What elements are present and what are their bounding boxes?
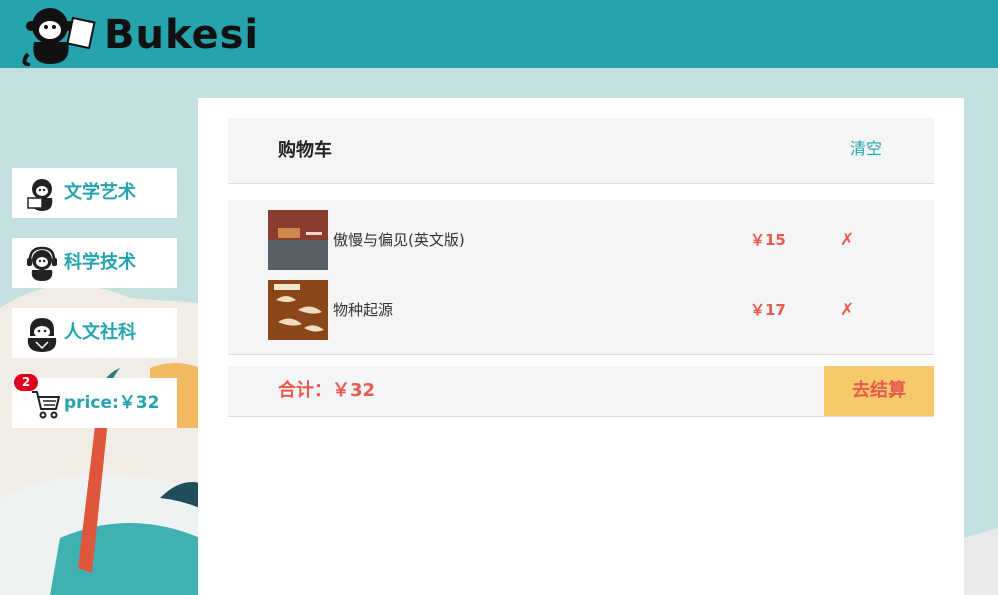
cart-item: 傲慢与偏见(英文版) ￥15 ✗ — [228, 210, 934, 272]
cart-item-list: 傲慢与偏见(英文版) ￥15 ✗ 物种起源 ￥17 ✗ — [228, 200, 934, 355]
cart-header: 购物车 清空 — [228, 118, 934, 184]
book-cover-image[interactable] — [268, 210, 328, 270]
gorilla-icon — [27, 318, 57, 352]
book-price: ￥15 — [750, 231, 786, 249]
logo-text[interactable]: Bukesi — [104, 10, 259, 60]
sidebar-cart[interactable]: 2 price:￥32 — [12, 374, 177, 428]
monkey-reading-icon — [27, 179, 53, 211]
sidebar-item-label: 人文社科 — [64, 322, 136, 343]
cart-total: 合计：￥32 — [278, 380, 376, 401]
sidebar-item-humanities[interactable]: 人文社科 — [12, 308, 177, 358]
cart-panel: 购物车 清空 傲慢与偏见(英文版) ￥15 ✗ 物种起源 ￥17 ✗ 合计：￥3… — [198, 98, 964, 595]
monkey-headphones-icon — [27, 246, 57, 281]
remove-item-button[interactable]: ✗ — [840, 210, 854, 270]
cart-icon — [32, 391, 60, 419]
page-title: 购物车 — [278, 140, 332, 161]
monkey-reading-icon[interactable] — [20, 4, 98, 66]
book-price: ￥17 — [750, 301, 786, 319]
sidebar-item-science-tech[interactable]: 科学技术 — [12, 238, 177, 288]
book-title[interactable]: 傲慢与偏见(英文版) — [333, 210, 465, 270]
checkout-button[interactable]: 去结算 — [824, 366, 934, 416]
remove-item-button[interactable]: ✗ — [840, 280, 854, 340]
sidebar-item-literature-art[interactable]: 文学艺术 — [12, 168, 177, 218]
top-header: Bukesi — [0, 0, 998, 68]
cart-footer: 合计：￥32 去结算 — [228, 366, 934, 417]
sidebar-item-label: 文学艺术 — [64, 182, 136, 203]
book-cover-image[interactable] — [268, 280, 328, 340]
cart-item: 物种起源 ￥17 ✗ — [228, 280, 934, 342]
sidebar-item-label: 科学技术 — [64, 252, 136, 273]
cart-count-badge: 2 — [14, 374, 38, 391]
cart-price-label: price:￥32 — [64, 393, 160, 413]
clear-cart-button[interactable]: 清空 — [850, 118, 882, 180]
book-title[interactable]: 物种起源 — [333, 280, 393, 340]
